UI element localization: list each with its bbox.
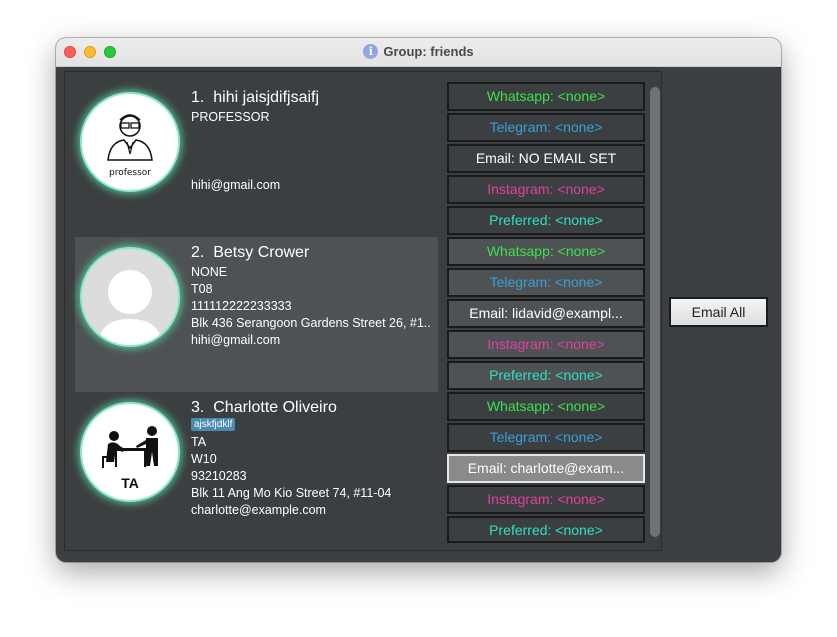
avatar-caption: professor	[108, 168, 151, 178]
contact-email: charlotte@example.com	[191, 503, 326, 517]
contact-email: hihi@gmail.com	[191, 178, 281, 192]
telegram-button[interactable]: Telegram: <none>	[447, 113, 645, 142]
instagram-button[interactable]: Instagram: <none>	[447, 175, 645, 204]
group-window: i Group: friends professor 1. hihi jaisj…	[56, 38, 781, 562]
whatsapp-button[interactable]: Whatsapp: <none>	[447, 237, 645, 266]
contact-tutorial: T08	[191, 282, 213, 296]
ta-avatar: TA	[80, 402, 180, 502]
professor-avatar: professor	[80, 92, 180, 192]
preferred-button[interactable]: Preferred: <none>	[447, 206, 645, 235]
contact-name: 2. Betsy Crower	[191, 244, 310, 261]
title-bar: i Group: friends	[56, 38, 781, 67]
contact-role: TA	[191, 435, 207, 449]
telegram-button[interactable]: Telegram: <none>	[447, 423, 645, 452]
contact-list[interactable]: professor 1. hihi jaisjdifjsaifj PROFESS…	[64, 71, 662, 551]
contact-tutorial: W10	[191, 452, 217, 466]
window-title: i Group: friends	[56, 44, 781, 59]
person-icon	[98, 270, 162, 345]
contact-card[interactable]: professor 1. hihi jaisjdifjsaifj PROFESS…	[75, 82, 438, 237]
email-button[interactable]: Email: lidavid@exampl...	[447, 299, 645, 328]
contact-card[interactable]: TA 3. Charlotte Oliveiro ajskfjdklf TA W…	[75, 392, 438, 542]
avatar-caption: TA	[121, 475, 139, 491]
default-avatar	[80, 247, 180, 347]
preferred-button[interactable]: Preferred: <none>	[447, 516, 645, 543]
email-button[interactable]: Email: charlotte@exam...	[447, 454, 645, 483]
email-button[interactable]: Email: NO EMAIL SET	[447, 144, 645, 173]
email-all-button[interactable]: Email All	[669, 297, 768, 327]
whatsapp-button[interactable]: Whatsapp: <none>	[447, 82, 645, 111]
contact-name: 1. hihi jaisjdifjsaifj	[191, 89, 320, 106]
contact-email: hihi@gmail.com	[191, 333, 281, 347]
contact-tag: ajskfjdklf	[191, 418, 236, 431]
contact-role: NONE	[191, 265, 228, 279]
contact-name: 3. Charlotte Oliveiro	[191, 399, 337, 416]
info-icon: i	[363, 44, 379, 59]
contact-card[interactable]: 2. Betsy Crower NONE T08 111112222233333…	[75, 237, 438, 392]
window-title-text: Group: friends	[383, 44, 474, 59]
vertical-scrollbar[interactable]	[650, 87, 660, 537]
instagram-button[interactable]: Instagram: <none>	[447, 485, 645, 514]
contact-address: Blk 436 Serangoon Gardens Street 26, #1.…	[191, 316, 431, 330]
instagram-button[interactable]: Instagram: <none>	[447, 330, 645, 359]
whatsapp-button[interactable]: Whatsapp: <none>	[447, 392, 645, 421]
contact-phone: 93210283	[191, 469, 247, 483]
contact-address: Blk 11 Ang Mo Kio Street 74, #11-04	[191, 486, 392, 500]
preferred-button[interactable]: Preferred: <none>	[447, 361, 645, 390]
scrollbar-thumb[interactable]	[650, 87, 660, 537]
contact-phone: 111112222233333	[191, 299, 292, 313]
telegram-button[interactable]: Telegram: <none>	[447, 268, 645, 297]
contact-role: PROFESSOR	[191, 110, 270, 124]
